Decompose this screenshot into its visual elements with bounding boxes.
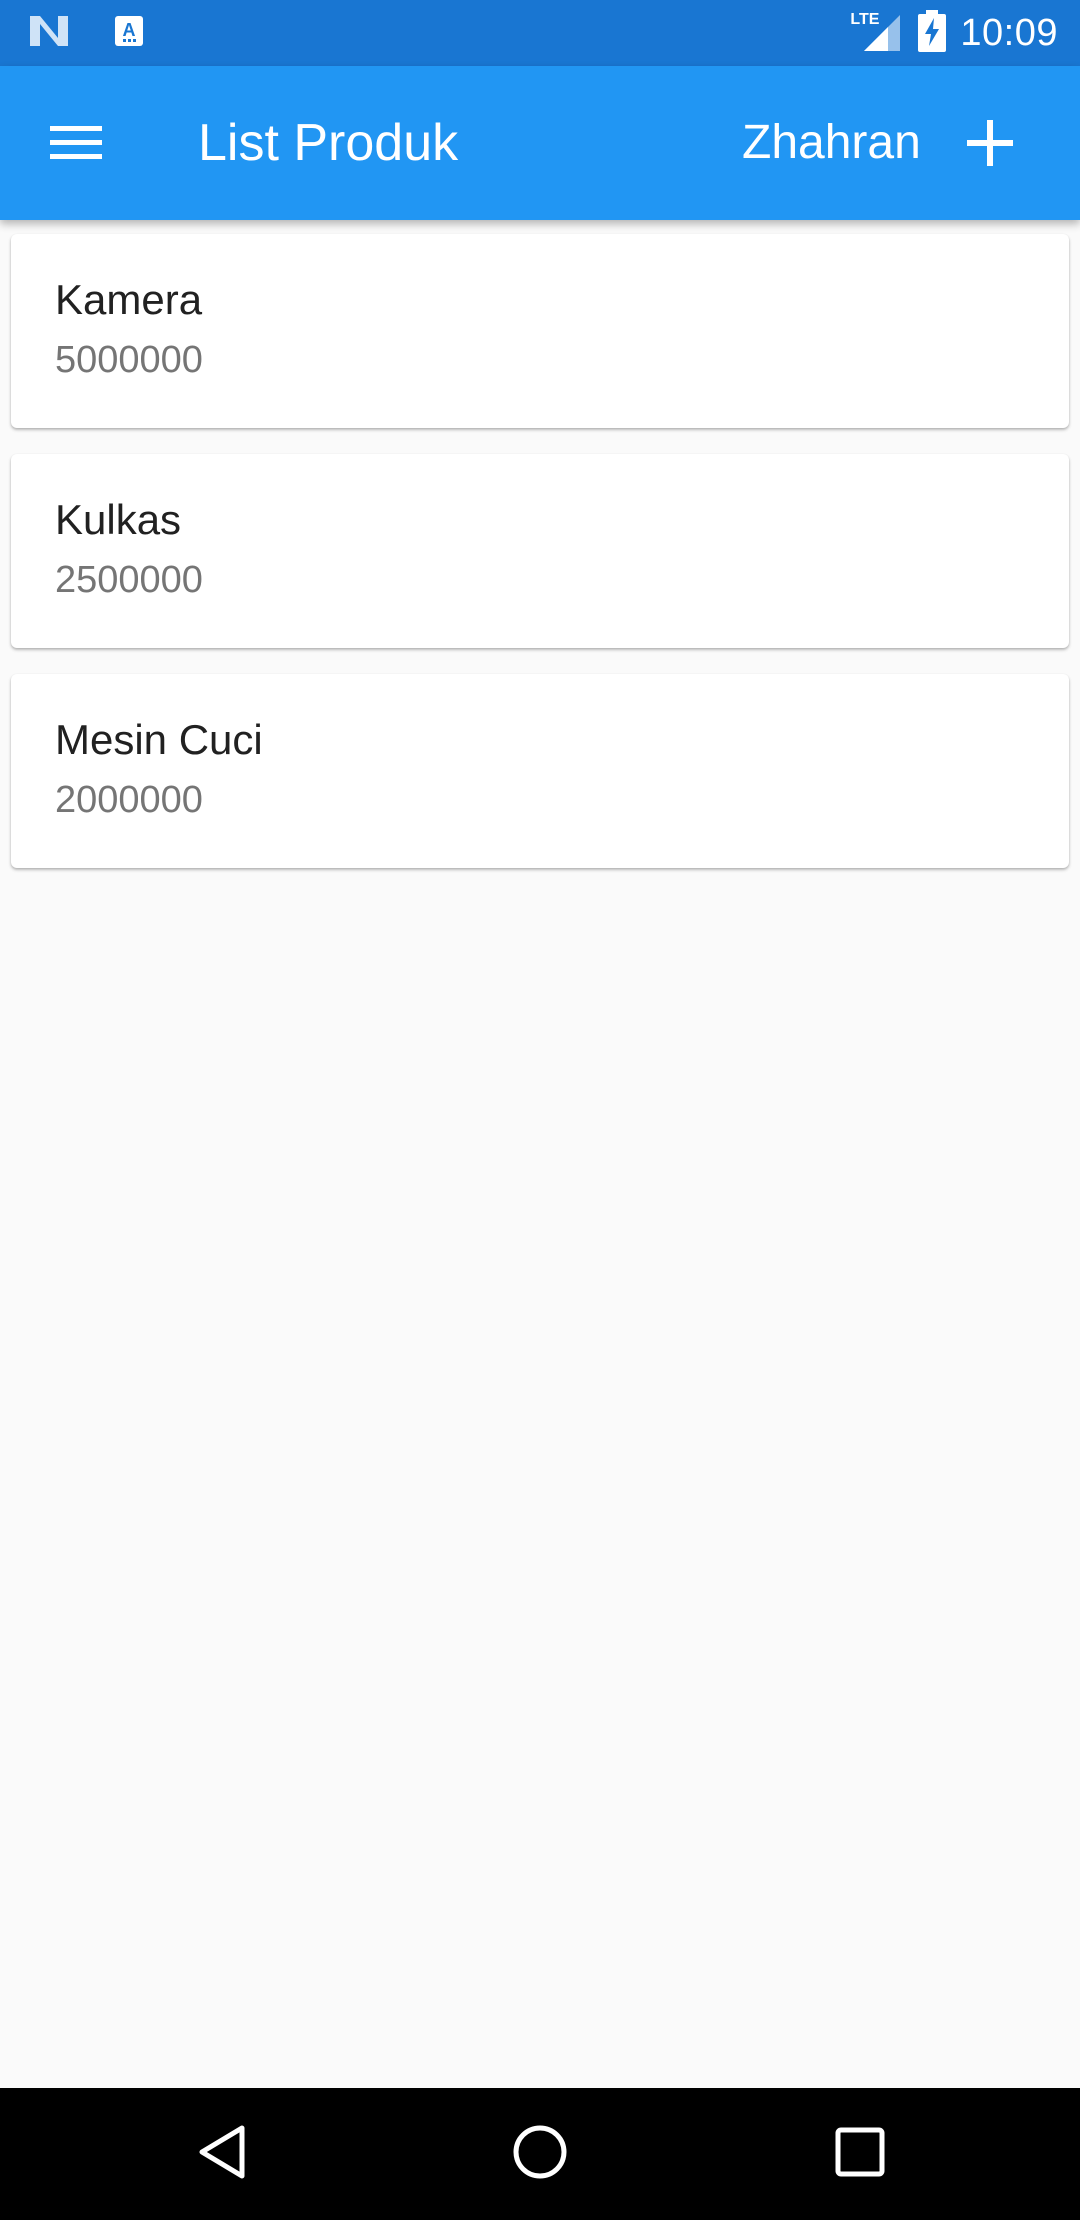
product-list: Kamera 5000000 Kulkas 2500000 Mesin Cuci… [11, 234, 1069, 894]
home-icon [510, 2122, 570, 2187]
svg-text:A: A [123, 20, 136, 40]
home-button[interactable] [498, 2112, 582, 2196]
menu-icon [50, 124, 102, 167]
recents-button[interactable] [818, 2112, 902, 2196]
app-bar: List Produk Zhahran [0, 66, 1080, 220]
product-card[interactable]: Mesin Cuci 2000000 [11, 674, 1069, 868]
status-right-icons: LTE 10:09 [850, 0, 1058, 66]
battery-charging-icon [918, 9, 947, 57]
product-name: Kulkas [55, 496, 182, 543]
user-name: Zhahran [742, 116, 921, 169]
n-logo-icon [28, 14, 70, 53]
product-card[interactable]: Kulkas 2500000 [11, 454, 1069, 648]
back-icon [194, 2122, 250, 2187]
plus-icon [967, 119, 1013, 171]
product-price: 2000000 [55, 779, 203, 821]
product-card[interactable]: Kamera 5000000 [11, 234, 1069, 428]
navigation-bar [0, 2088, 1080, 2220]
menu-button[interactable] [40, 109, 112, 181]
page-title: List Produk [198, 114, 459, 172]
product-price: 2500000 [55, 559, 203, 601]
app-notification-icon: A [114, 15, 144, 52]
lte-signal-icon: LTE [850, 11, 904, 55]
product-name: Mesin Cuci [55, 716, 263, 763]
product-price: 5000000 [55, 339, 203, 381]
product-name: Kamera [55, 276, 203, 323]
status-time: 10:09 [960, 11, 1058, 54]
recents-icon [834, 2126, 886, 2183]
add-product-button[interactable] [950, 109, 1030, 181]
back-button[interactable] [180, 2112, 264, 2196]
status-bar: A LTE 10:09 [0, 0, 1080, 66]
status-left-icons: A [28, 14, 144, 52]
